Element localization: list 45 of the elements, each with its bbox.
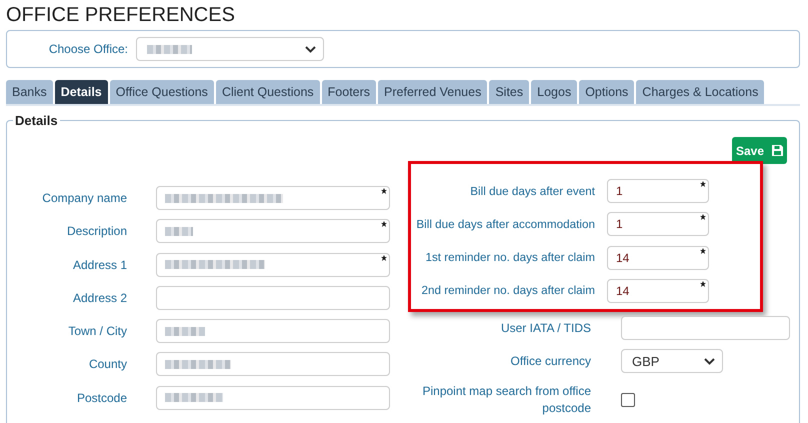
field-label: Postcode (76, 390, 127, 405)
save-button[interactable]: Save (732, 137, 787, 164)
tab[interactable]: Options (579, 80, 634, 104)
tab[interactable]: Charges & Locations (636, 80, 764, 104)
tab[interactable]: Logos (531, 80, 578, 104)
input-field[interactable] (156, 352, 390, 376)
section-legend: Details (13, 113, 60, 128)
field-label: Bill due days after accommodation (415, 216, 595, 233)
field-label: Description (66, 224, 127, 238)
input-field[interactable]: 14 (607, 246, 709, 270)
tab[interactable]: Preferred Venues (378, 80, 488, 104)
chevron-down-icon (305, 46, 316, 52)
input-field[interactable] (156, 319, 390, 344)
tab[interactable]: Footers (322, 80, 376, 104)
office-select[interactable] (136, 37, 324, 61)
field-label: Company name (41, 191, 127, 205)
input-field[interactable] (621, 316, 790, 340)
currency-select[interactable]: GBP (621, 349, 723, 374)
field-label: Town / City (67, 324, 127, 338)
field-label: Pinpoint map search from office postcode (421, 382, 591, 417)
field-label: Address 1 (72, 258, 127, 272)
field-label: Office currency (510, 352, 591, 370)
tab[interactable]: Sites (489, 80, 530, 104)
field-label: 1st reminder no. days after claim (424, 250, 595, 266)
tab[interactable]: Details (54, 80, 108, 104)
field-label: 2nd reminder no. days after claim (420, 283, 595, 300)
field-label: Choose Office: (48, 42, 128, 56)
input-field[interactable] (156, 286, 390, 310)
tab[interactable]: Client Questions (216, 80, 320, 104)
input-field[interactable] (156, 386, 390, 410)
input-field[interactable]: 14 (607, 278, 709, 303)
chevron-down-icon (704, 358, 715, 365)
tab[interactable]: Office Questions (110, 80, 214, 104)
input-field[interactable]: 1 (607, 179, 709, 203)
field-label: User IATA / TIDS (500, 320, 591, 336)
tab[interactable]: Banks (6, 80, 53, 104)
page-title: OFFICE PREFERENCES (6, 4, 236, 26)
input-field[interactable] (156, 219, 390, 244)
input-field[interactable]: 1 (607, 212, 709, 236)
field-label: Address 2 (72, 290, 127, 305)
input-field[interactable] (156, 186, 390, 210)
field-label: County (88, 357, 127, 372)
checkbox[interactable] (621, 392, 635, 407)
field-label: Bill due days after event (469, 184, 595, 200)
input-field[interactable] (156, 252, 390, 277)
